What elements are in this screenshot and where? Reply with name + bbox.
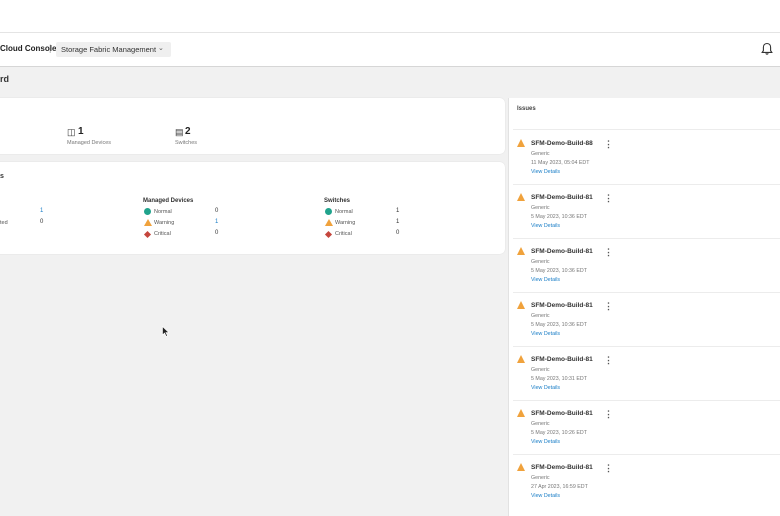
issue-title[interactable]: SFM-Demo-Build-81 [531,302,593,309]
issue-title[interactable]: SFM-Demo-Build-81 [531,410,593,417]
page-title: rd [0,74,9,84]
issue-date: 5 May 2023, 10:26 EDT [531,430,587,436]
view-details-link[interactable]: View Details [531,223,560,229]
critical-label: Critical [335,231,352,237]
warning-icon [517,463,525,471]
warning-icon [144,219,152,226]
issue-title[interactable]: SFM-Demo-Build-88 [531,140,593,147]
view-details-link[interactable]: View Details [531,493,560,499]
status-card-title: s [0,173,4,180]
issue-type: Generic [531,259,550,265]
issue-type: Generic [531,475,550,481]
more-options-icon[interactable]: ⋮ [604,193,613,204]
issue-title[interactable]: SFM-Demo-Build-81 [531,248,593,255]
switches-label: Switches [175,140,198,146]
normal-status-icon [325,208,332,215]
issue-type: Generic [531,421,550,427]
view-details-link[interactable]: View Details [531,169,560,175]
app-selector-dropdown[interactable]: Storage Fabric Management ⌄ [56,42,171,57]
divider [513,346,780,347]
warning-icon [517,409,525,417]
mouse-cursor-icon [162,324,170,337]
issue-date: 27 Apr 2023, 16:59 EDT [531,484,588,490]
managed-devices-status-title: Managed Devices [143,198,194,204]
app-selector-label: Storage Fabric Management [61,45,157,54]
issue-date: 5 May 2023, 10:36 EDT [531,322,587,328]
warning-icon [517,193,525,201]
more-options-icon[interactable]: ⋮ [604,139,613,150]
issue-title[interactable]: SFM-Demo-Build-81 [531,464,593,471]
top-bar [0,0,780,33]
issue-type: Generic [531,367,550,373]
bell-icon[interactable] [760,42,774,56]
issue-type: Generic [531,151,550,157]
divider [513,292,780,293]
normal-label: Normal [154,209,172,215]
issue-date: 5 May 2023, 10:36 EDT [531,214,587,220]
normal-label: Normal [335,209,353,215]
divider [513,129,780,130]
warning-count: 1 [396,219,400,225]
warning-icon [517,247,525,255]
status-row-label: ted [0,220,8,226]
chevron-down-icon: ⌄ [158,45,164,52]
divider [513,238,780,239]
warning-icon [517,139,525,147]
divider [513,400,780,401]
warning-icon [517,355,525,363]
view-details-link[interactable]: View Details [531,385,560,391]
divider [513,184,780,185]
issue-title[interactable]: SFM-Demo-Build-81 [531,356,593,363]
issue-title[interactable]: SFM-Demo-Build-81 [531,194,593,201]
issue-date: 11 May 2023, 05:04 EDT [531,160,590,166]
critical-label: Critical [154,231,171,237]
normal-count: 1 [396,208,400,214]
managed-device-icon: ◫ [67,127,76,137]
warning-icon [517,301,525,309]
issues-title: Issues [517,106,536,112]
warning-icon [325,219,333,226]
managed-devices-label: Managed Devices [67,140,112,146]
more-options-icon[interactable]: ⋮ [604,409,613,420]
issue-type: Generic [531,313,550,319]
switches-count[interactable]: 2 [185,126,191,137]
issue-date: 5 May 2023, 10:31 EDT [531,376,587,382]
more-options-icon[interactable]: ⋮ [604,463,613,474]
brand-separator: | [49,43,52,53]
warning-count[interactable]: 1 [215,219,218,225]
issue-date: 5 May 2023, 10:36 EDT [531,268,587,274]
normal-count: 0 [215,208,219,214]
switches-status-title: Switches [324,198,351,204]
normal-status-icon [144,208,151,215]
warning-label: Warning [335,220,356,226]
status-row-value: 0 [40,219,44,225]
status-card [0,162,505,254]
divider [513,454,780,455]
brand-title[interactable]: Cloud Console [0,44,56,53]
more-options-icon[interactable]: ⋮ [604,301,613,312]
more-options-icon[interactable]: ⋮ [604,355,613,366]
managed-devices-count[interactable]: 1 [78,126,84,137]
view-details-link[interactable]: View Details [531,331,560,337]
issue-type: Generic [531,205,550,211]
switch-icon: ▤ [175,127,184,137]
status-row-value[interactable]: 1 [40,208,43,214]
view-details-link[interactable]: View Details [531,439,560,445]
view-details-link[interactable]: View Details [531,277,560,283]
critical-count: 0 [215,230,219,236]
critical-count: 0 [396,230,400,236]
more-options-icon[interactable]: ⋮ [604,247,613,258]
warning-label: Warning [154,220,175,226]
